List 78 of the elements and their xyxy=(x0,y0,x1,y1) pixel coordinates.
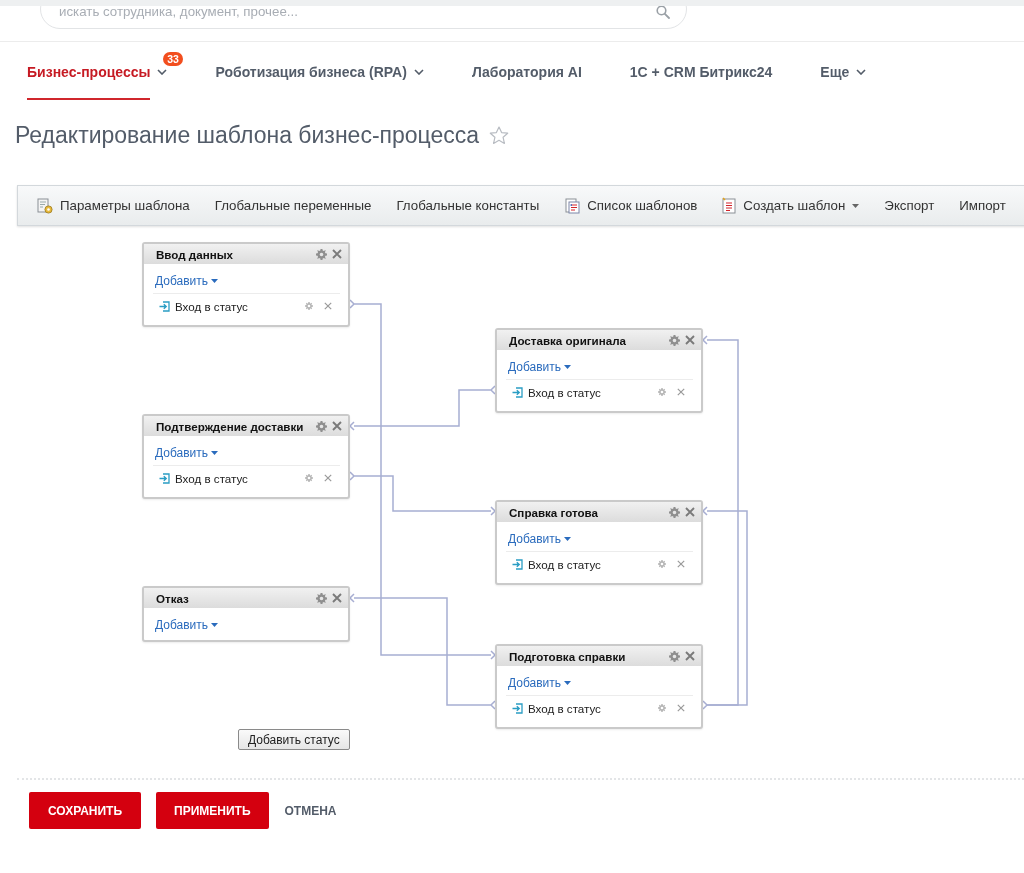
toolbar-button[interactable]: Список шаблонов xyxy=(564,197,698,214)
caret-icon xyxy=(564,681,572,685)
settings-icon[interactable] xyxy=(658,704,666,712)
add-link[interactable]: Добавить xyxy=(155,273,219,289)
page-title: Редактирование шаблона бизнес-процесса xyxy=(15,121,480,149)
enter-icon xyxy=(159,472,170,484)
cancel-link[interactable]: ОТМЕНА xyxy=(283,803,338,818)
primary-button[interactable]: СОХРАНИТЬ xyxy=(29,792,141,829)
state-node[interactable]: Справка готова Добавить Вход в статус xyxy=(495,500,703,585)
add-link[interactable]: Добавить xyxy=(508,531,572,547)
document-gear-icon xyxy=(37,197,53,214)
add-link[interactable]: Добавить xyxy=(155,445,219,461)
close-icon[interactable] xyxy=(677,704,685,712)
state-title: Подготовка справки xyxy=(509,649,627,663)
caret-icon xyxy=(564,365,572,369)
state-title: Подтверждение доставки xyxy=(156,419,305,433)
settings-icon[interactable] xyxy=(316,420,327,432)
event-label[interactable]: Вход в статус xyxy=(528,557,653,571)
enter-icon xyxy=(159,300,170,312)
settings-icon[interactable] xyxy=(669,506,680,518)
settings-icon[interactable] xyxy=(316,592,327,604)
close-icon[interactable] xyxy=(677,388,685,396)
close-icon[interactable] xyxy=(332,593,342,603)
event-label[interactable]: Вход в статус xyxy=(175,471,300,485)
enter-icon xyxy=(512,702,523,714)
close-icon[interactable] xyxy=(685,335,695,345)
settings-icon[interactable] xyxy=(669,650,680,662)
state-node[interactable]: Подтверждение доставки Добавить Вход в статус xyxy=(142,414,350,499)
event-label[interactable]: Вход в статус xyxy=(528,701,653,715)
document-new-icon xyxy=(722,197,737,214)
nav-tab[interactable]: Роботизация бизнеса (RPA) xyxy=(215,42,424,100)
caret-icon xyxy=(564,537,572,541)
state-node[interactable]: Отказ Добавить xyxy=(142,586,350,642)
counter-badge: 33 xyxy=(163,52,183,66)
primary-button[interactable]: ПРИМЕНИТЬ xyxy=(156,792,269,829)
settings-icon[interactable] xyxy=(305,302,313,310)
close-icon[interactable] xyxy=(677,560,685,568)
settings-icon[interactable] xyxy=(658,560,666,568)
close-icon[interactable] xyxy=(685,651,695,661)
enter-icon xyxy=(512,386,523,398)
state-node[interactable]: Ввод данных Добавить Вход в статус xyxy=(142,242,350,327)
settings-icon[interactable] xyxy=(305,474,313,482)
close-icon[interactable] xyxy=(685,507,695,517)
close-icon[interactable] xyxy=(332,421,342,431)
event-label[interactable]: Вход в статус xyxy=(528,385,653,399)
star-icon[interactable] xyxy=(489,125,510,145)
add-link[interactable]: Добавить xyxy=(508,675,572,691)
add-state-button[interactable]: Добавить статус xyxy=(238,729,350,750)
caret-icon xyxy=(211,451,219,455)
state-title: Ввод данных xyxy=(156,247,235,261)
nav-tab[interactable]: Еще xyxy=(820,42,867,100)
close-icon[interactable] xyxy=(324,474,332,482)
enter-icon xyxy=(512,558,523,570)
settings-icon[interactable] xyxy=(658,388,666,396)
toolbar-button[interactable]: Импорт xyxy=(959,198,1006,213)
caret-icon xyxy=(211,279,219,283)
state-title: Отказ xyxy=(156,591,190,605)
settings-icon[interactable] xyxy=(669,334,680,346)
event-label[interactable]: Вход в статус xyxy=(175,299,300,313)
state-node[interactable]: Доставка оригинала Добавить Вход в статус xyxy=(495,328,703,413)
settings-icon[interactable] xyxy=(316,248,327,260)
toolbar-button[interactable]: Глобальные константы xyxy=(396,198,540,213)
close-icon[interactable] xyxy=(324,302,332,310)
toolbar-button[interactable]: Создать шаблон xyxy=(722,197,860,214)
toolbar-button[interactable]: Параметры шаблона xyxy=(37,197,190,214)
toolbar-button[interactable]: Экспорт xyxy=(884,198,935,213)
nav-tab[interactable]: Лаборатория AI xyxy=(471,42,582,100)
add-link[interactable]: Добавить xyxy=(155,617,219,633)
toolbar-button[interactable]: Глобальные переменные xyxy=(214,198,372,213)
add-link[interactable]: Добавить xyxy=(508,359,572,375)
search-icon[interactable] xyxy=(656,6,670,19)
state-title: Доставка оригинала xyxy=(509,333,627,347)
caret-icon xyxy=(211,623,219,627)
state-node[interactable]: Подготовка справки Добавить Вход в статус xyxy=(495,644,703,729)
nav-tab[interactable]: 1С + CRM Битрикс24 xyxy=(629,42,773,100)
document-list-icon xyxy=(564,197,581,214)
close-icon[interactable] xyxy=(332,249,342,259)
state-title: Справка готова xyxy=(509,505,599,519)
